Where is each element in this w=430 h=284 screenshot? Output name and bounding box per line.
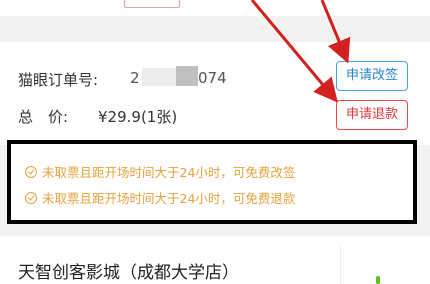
annotation-arrows (250, 0, 351, 103)
arrow-to-change-button (320, 0, 351, 64)
arrow-to-refund-button (250, 0, 338, 103)
